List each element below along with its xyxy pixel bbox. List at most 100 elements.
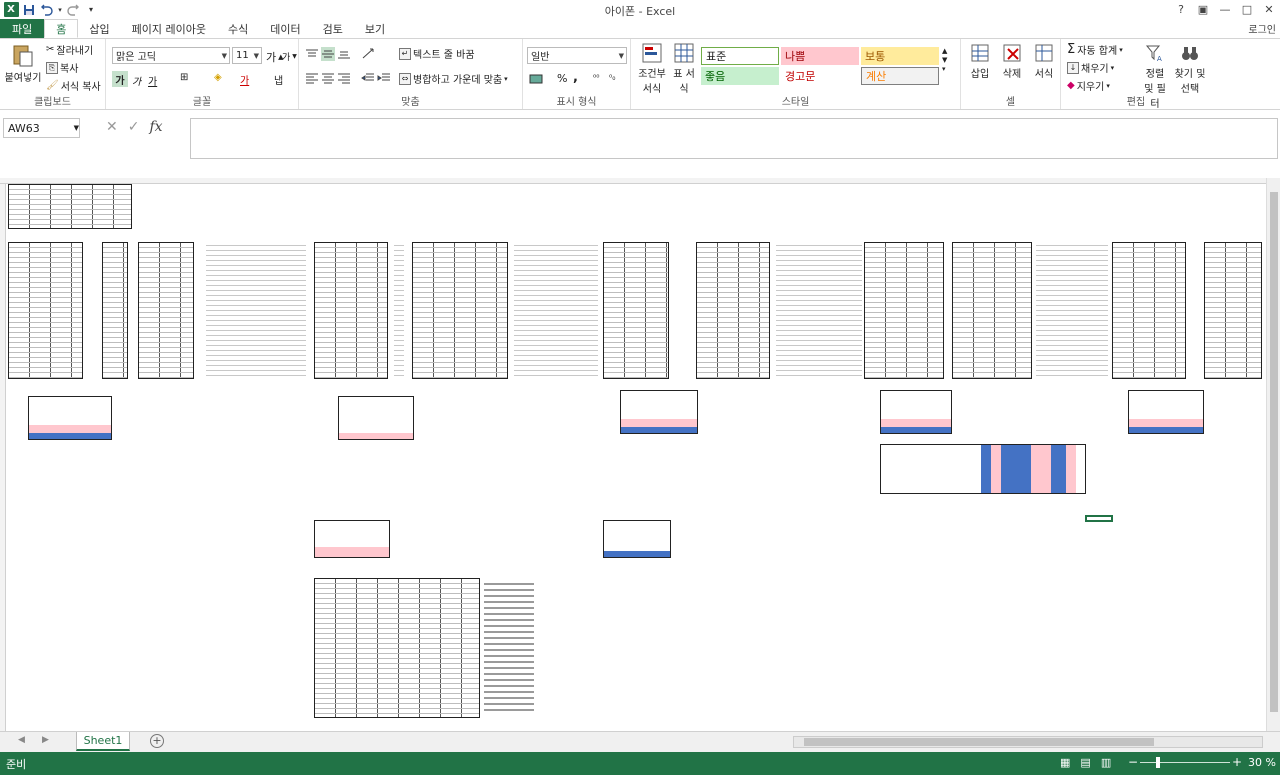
font-size-select[interactable]: 11 ▼: [232, 47, 262, 64]
enter-icon[interactable]: ✓: [128, 119, 140, 135]
insert-cells-button[interactable]: 삽입: [967, 43, 993, 80]
ribbon-display-button[interactable]: ▣: [1192, 0, 1214, 19]
tab-review[interactable]: 검토: [312, 19, 354, 38]
summary-table[interactable]: [603, 520, 671, 558]
tab-data[interactable]: 데이터: [259, 19, 311, 38]
percent-button[interactable]: %: [557, 72, 567, 85]
clear-button[interactable]: ◆ 지우기 ▾: [1067, 78, 1110, 93]
align-right-icon[interactable]: [337, 72, 351, 84]
cell-text-block[interactable]: [1036, 242, 1108, 379]
style-normal[interactable]: 표준: [701, 47, 779, 65]
zoom-slider-handle[interactable]: [1156, 757, 1160, 768]
next-sheet-icon[interactable]: ▶: [42, 735, 49, 745]
copy-button[interactable]: ⎘ 복사: [46, 60, 78, 75]
increase-decimal-icon[interactable]: ⁰⁰: [593, 73, 599, 82]
cell-text-block[interactable]: [776, 242, 862, 379]
style-neutral[interactable]: 보통: [861, 47, 939, 65]
increase-indent-icon[interactable]: [377, 72, 391, 84]
zoom-in-button[interactable]: +: [1232, 755, 1242, 769]
align-top-icon[interactable]: [305, 47, 319, 61]
save-icon[interactable]: [20, 1, 38, 18]
summary-table[interactable]: [314, 520, 390, 558]
comparison-table[interactable]: [880, 444, 1086, 494]
autosum-button[interactable]: Σ 자동 합계 ▾: [1067, 42, 1123, 57]
wrap-text-button[interactable]: ↵ 텍스트 줄 바꿈: [399, 46, 475, 61]
table-block[interactable]: [603, 242, 669, 379]
cut-button[interactable]: ✂ 잘라내기: [46, 42, 93, 57]
minimize-button[interactable]: —: [1214, 0, 1236, 19]
delete-cells-button[interactable]: 삭제: [999, 43, 1025, 80]
font-name-select[interactable]: 맑은 고딕 ▼: [112, 47, 230, 64]
horizontal-scrollbar[interactable]: [793, 736, 1263, 748]
table-block[interactable]: [314, 578, 480, 718]
cell-text-block[interactable]: [514, 242, 598, 379]
zoom-slider[interactable]: [1140, 762, 1230, 763]
font-color-button[interactable]: 가: [240, 72, 249, 87]
number-format-select[interactable]: 일반 ▼: [527, 47, 627, 64]
tab-home[interactable]: 홈: [44, 19, 79, 38]
login-link[interactable]: 로그인: [1248, 21, 1276, 36]
comma-button[interactable]: ,: [573, 70, 578, 85]
table-block[interactable]: [138, 242, 194, 379]
formula-input[interactable]: [190, 118, 1278, 159]
table-format-button[interactable]: 표 서식: [669, 43, 699, 95]
table-block[interactable]: [412, 242, 508, 379]
style-good[interactable]: 좋음: [701, 67, 779, 85]
maximize-button[interactable]: □: [1236, 0, 1258, 19]
zoom-level[interactable]: 30 %: [1248, 756, 1276, 769]
summary-table[interactable]: [880, 390, 952, 434]
sheet-cells[interactable]: [6, 184, 1266, 731]
tab-file[interactable]: 파일: [0, 19, 45, 38]
align-middle-icon[interactable]: [321, 47, 335, 61]
help-button[interactable]: ?: [1170, 0, 1192, 19]
summary-table[interactable]: [1128, 390, 1204, 434]
styles-scroll-icon[interactable]: ▲ ▼ ▾: [942, 47, 947, 74]
table-block[interactable]: [952, 242, 1032, 379]
conditional-format-button[interactable]: 조건부 서식: [635, 43, 669, 95]
paste-button[interactable]: 붙여넣기: [4, 43, 42, 84]
customize-qat-icon[interactable]: ▾: [82, 1, 100, 18]
orientation-icon[interactable]: [361, 47, 377, 59]
page-break-view-icon[interactable]: ▥: [1101, 756, 1111, 769]
table-block[interactable]: [8, 184, 132, 229]
sheet-tab-sheet1[interactable]: Sheet1: [76, 732, 130, 751]
shrink-font-button[interactable]: 가 ▼: [282, 50, 297, 63]
name-box[interactable]: AW63 ▼: [3, 118, 80, 138]
add-sheet-icon[interactable]: +: [150, 734, 164, 748]
align-center-icon[interactable]: [321, 72, 335, 84]
redo-icon[interactable]: [64, 1, 82, 18]
underline-button[interactable]: 가: [148, 73, 157, 88]
accounting-format-icon[interactable]: [529, 73, 545, 85]
horizontal-scroll-thumb[interactable]: [804, 738, 1154, 746]
undo-icon[interactable]: [38, 1, 56, 18]
decrease-indent-icon[interactable]: [361, 72, 375, 84]
worksheet-grid[interactable]: [0, 178, 1266, 731]
table-block[interactable]: [1112, 242, 1186, 379]
table-block[interactable]: [102, 242, 128, 379]
summary-table[interactable]: [338, 396, 414, 440]
table-block[interactable]: [314, 242, 388, 379]
tab-formulas[interactable]: 수식: [217, 19, 259, 38]
insert-function-icon[interactable]: fx: [149, 119, 162, 135]
phonetic-button[interactable]: 냅: [274, 72, 283, 87]
style-warning[interactable]: 경고문: [781, 67, 859, 85]
italic-button[interactable]: 가: [132, 73, 141, 88]
table-block[interactable]: [8, 242, 83, 379]
summary-table[interactable]: [28, 396, 112, 440]
cell-text-block[interactable]: [484, 580, 534, 714]
merge-center-button[interactable]: ⇔ 병합하고 가운데 맞춤 ▾: [399, 71, 508, 86]
vertical-scrollbar[interactable]: [1266, 178, 1280, 731]
table-block[interactable]: [696, 242, 770, 379]
find-select-button[interactable]: 찾기 및 선택: [1173, 43, 1207, 95]
border-button[interactable]: ⊞: [180, 72, 188, 83]
format-cells-button[interactable]: 서식: [1031, 43, 1057, 80]
grow-font-button[interactable]: 가 ▲: [266, 49, 284, 65]
cancel-icon[interactable]: ✕: [106, 119, 118, 135]
style-bad[interactable]: 나쁨: [781, 47, 859, 65]
align-left-icon[interactable]: [305, 72, 319, 84]
undo-dropdown-icon[interactable]: ▾: [56, 1, 64, 18]
close-button[interactable]: ✕: [1258, 0, 1280, 19]
align-bottom-icon[interactable]: [337, 47, 351, 61]
normal-view-icon[interactable]: ▦: [1060, 756, 1070, 769]
fill-button[interactable]: ↓ 채우기 ▾: [1067, 60, 1114, 75]
